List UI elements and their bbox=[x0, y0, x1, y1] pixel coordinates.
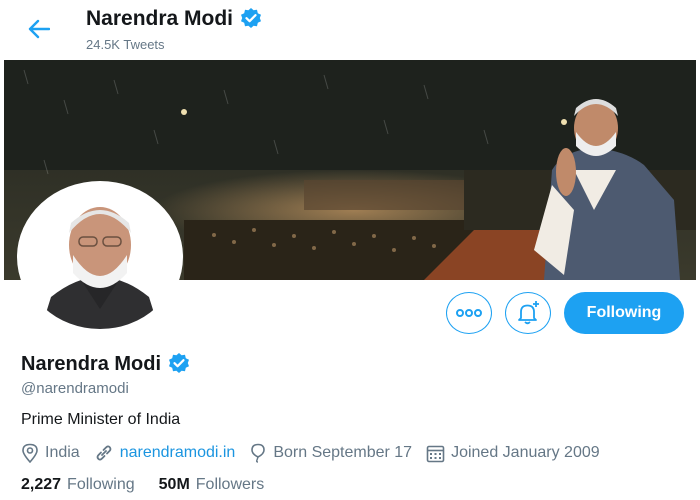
calendar-icon bbox=[426, 445, 445, 462]
profile-name: Narendra Modi bbox=[21, 352, 191, 376]
following-button[interactable]: Following bbox=[564, 292, 684, 334]
back-arrow-icon bbox=[28, 19, 50, 39]
followers-stat[interactable]: 50M Followers bbox=[159, 476, 265, 494]
more-options-button[interactable] bbox=[446, 292, 492, 334]
birthday-item: Born September 17 bbox=[249, 443, 412, 463]
bell-plus-icon bbox=[518, 301, 539, 325]
profile-actions: Following bbox=[446, 292, 684, 334]
back-button[interactable] bbox=[22, 14, 56, 44]
header-name-text: Narendra Modi bbox=[86, 7, 234, 30]
following-label: Following bbox=[67, 476, 135, 493]
profile-meta: India narendramodi.in Born September 17 … bbox=[21, 443, 614, 463]
birthday-text: Born September 17 bbox=[273, 444, 413, 461]
following-stat[interactable]: 2,227 Following bbox=[21, 476, 135, 494]
verified-badge-icon bbox=[241, 8, 262, 28]
following-count: 2,227 bbox=[21, 476, 62, 493]
website-link[interactable]: narendramodi.in bbox=[120, 444, 236, 462]
verified-badge-icon bbox=[169, 353, 190, 373]
profile-name-text: Narendra Modi bbox=[21, 352, 162, 375]
profile-bio: Prime Minister of India bbox=[21, 411, 181, 428]
joined-text: Joined January 2009 bbox=[451, 444, 600, 461]
location-item: India bbox=[21, 443, 80, 463]
tweet-count: 24.5K Tweets bbox=[86, 37, 165, 52]
avatar-photo bbox=[21, 185, 179, 329]
website-item: narendramodi.in bbox=[94, 443, 236, 463]
followers-label: Followers bbox=[195, 476, 265, 493]
avatar[interactable] bbox=[17, 181, 183, 333]
header-title: Narendra Modi bbox=[86, 7, 263, 31]
joined-item: Joined January 2009 bbox=[426, 444, 600, 463]
link-icon bbox=[96, 445, 112, 461]
notifications-button[interactable] bbox=[505, 292, 551, 334]
profile-handle: @narendramodi bbox=[21, 380, 129, 397]
location-pin-icon bbox=[22, 443, 38, 463]
profile-stats: 2,227 Following 50M Followers bbox=[21, 476, 288, 494]
profile-header: Narendra Modi 24.5K Tweets bbox=[0, 0, 700, 60]
location-text: India bbox=[45, 444, 80, 461]
balloon-icon bbox=[251, 443, 266, 463]
more-options-icon bbox=[456, 309, 482, 317]
followers-count: 50M bbox=[158, 476, 190, 493]
